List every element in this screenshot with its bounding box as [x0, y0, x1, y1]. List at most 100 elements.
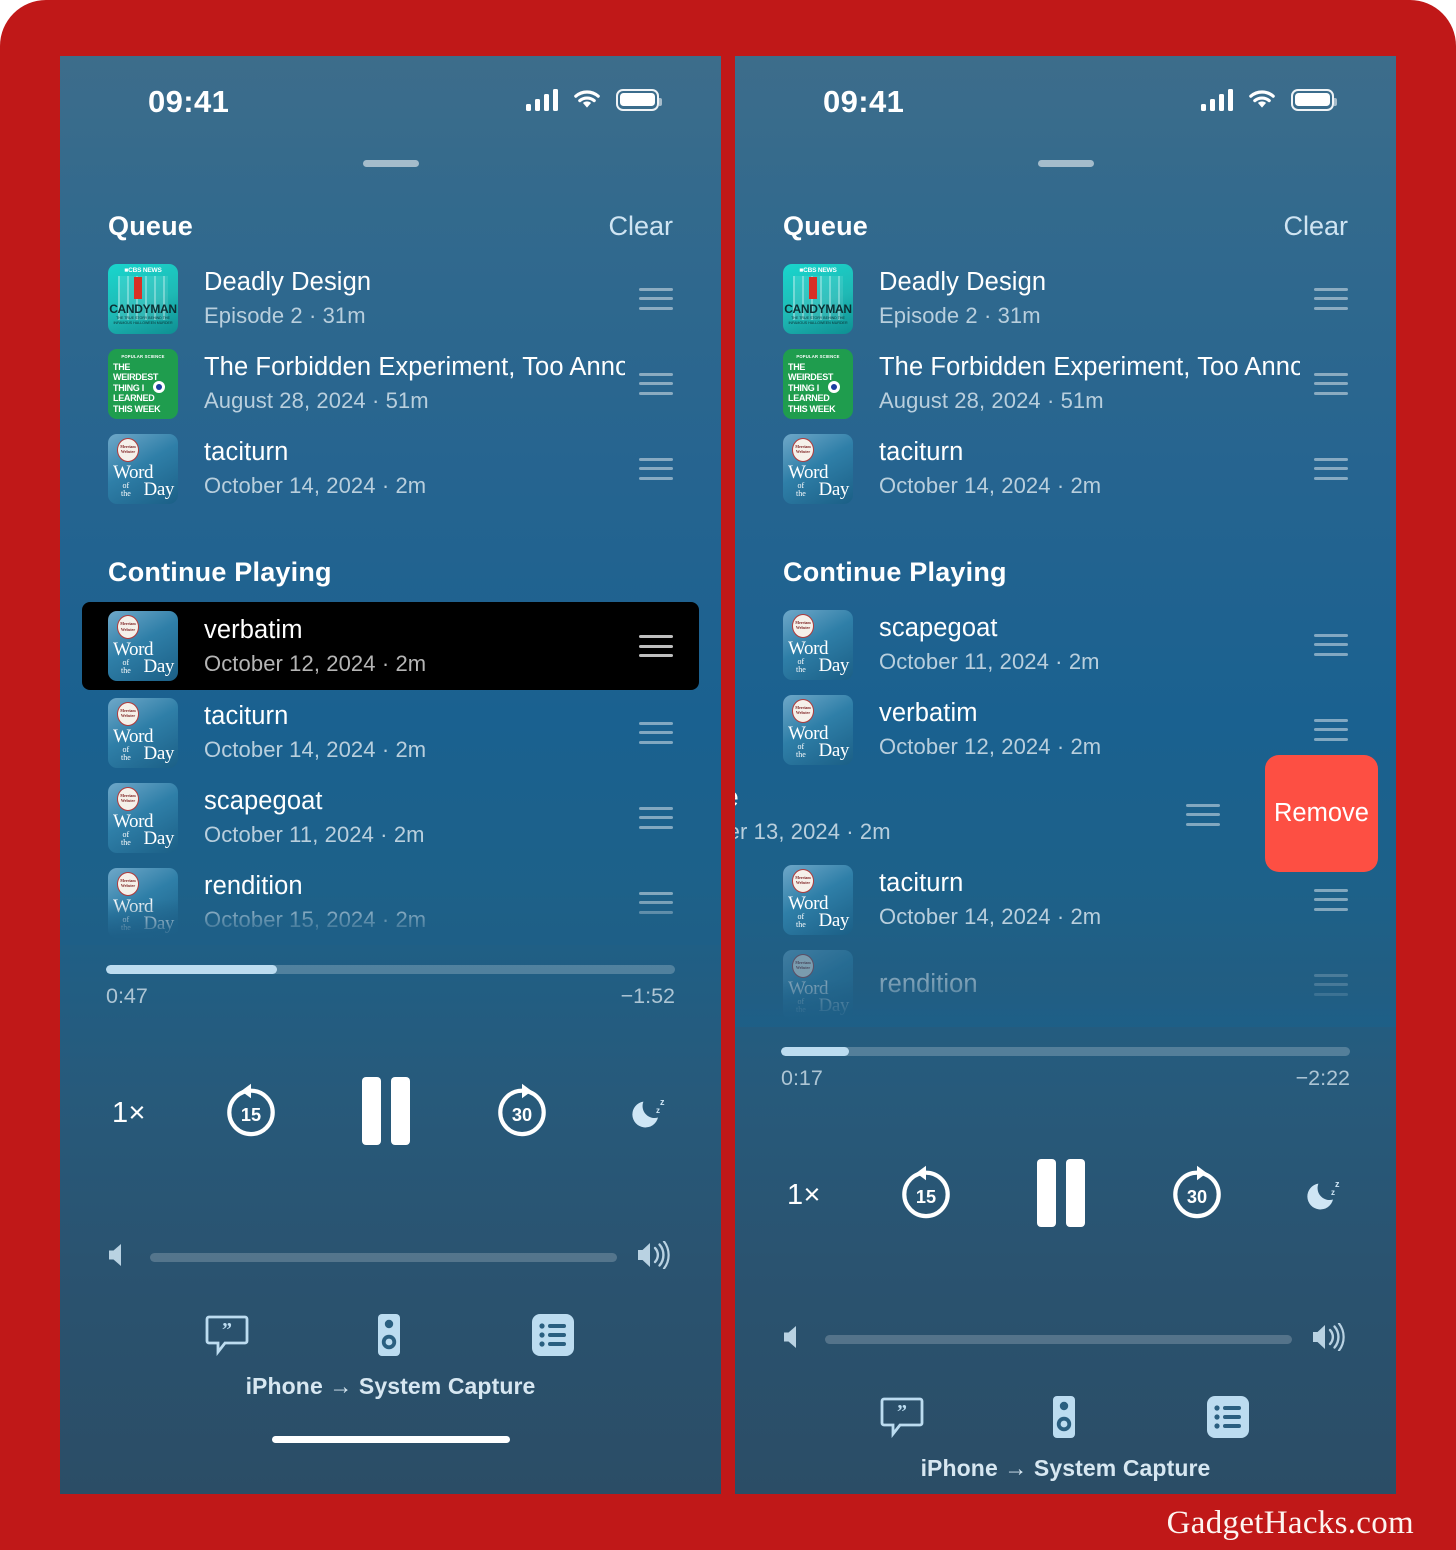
item-title: taciturn — [879, 438, 964, 466]
phone-screen-left: 09:41 Queue Clear ■CBS NEWS CANDYMAN THE TRUE… — [60, 56, 721, 1494]
drag-handle[interactable] — [639, 891, 673, 914]
queue-row[interactable]: ■CBS NEWS CANDYMAN THE TRUE STORY BEHIND T… — [60, 256, 721, 341]
transport-controls: 1× 15 30 z z — [60, 1067, 721, 1159]
skip-back-15-button[interactable]: 15 — [223, 1083, 279, 1144]
item-title: taciturn — [879, 869, 964, 897]
artwork-word-of-the-day: Merriam Webster Word of the Day — [108, 433, 178, 504]
queue-row[interactable]: POPULAR SCIENCE THE WEIRDEST THING I LEARNED… — [60, 341, 721, 426]
item-title: taciturn — [204, 702, 289, 730]
sheet-grabber[interactable] — [362, 160, 419, 167]
sheet-grabber[interactable] — [1037, 160, 1094, 167]
playback-speed-button[interactable]: 1× — [112, 1097, 146, 1130]
continue-playing-header: Continue Playing — [60, 557, 721, 588]
queue-row[interactable]: Merriam Webster Word of the Day taciturn Octobe… — [735, 426, 1396, 511]
artwork-deadly-design: ■CBS NEWS CANDYMAN THE TRUE STORY BEHIND T… — [108, 263, 178, 334]
drag-handle[interactable] — [1314, 372, 1348, 395]
moon-zzz-icon[interactable]: zz — [627, 1092, 669, 1134]
transport-controls: 1× 15 30 z z — [735, 1149, 1396, 1241]
signal-bars-icon — [525, 88, 558, 111]
item-title: rendition — [204, 872, 303, 900]
artwork-word-of-the-day: Merriam Webster Word of the Day — [108, 697, 178, 768]
continue-row[interactable]: Merriam Webster Word of the Day rendition — [735, 942, 1396, 1027]
artwork-word-of-the-day: Merriam Webster Word of the Day — [783, 609, 853, 680]
queue-row[interactable]: Merriam Webster Word of the Day taciturn Octobe… — [60, 426, 721, 511]
skip-back-15-button[interactable]: 15 — [898, 1165, 954, 1226]
continue-row-swiped[interactable]: MerriamWebsterWordoftheDayateober 13, 20… — [735, 755, 1396, 872]
speaker-high-icon — [1312, 1322, 1348, 1356]
drag-handle[interactable] — [1314, 973, 1348, 996]
signal-bars-icon — [1200, 88, 1233, 111]
wifi-icon — [1246, 88, 1278, 111]
artwork-weirdest-thing: POPULAR SCIENCE THE WEIRDEST THING I LEARNED… — [108, 348, 178, 419]
progress-scrubber[interactable] — [781, 1047, 1350, 1056]
svg-text:z: z — [660, 1097, 665, 1107]
artwork-word-of-the-day: Merriam Webster Word of the Day — [783, 864, 853, 935]
wifi-icon — [571, 88, 603, 111]
drag-handle[interactable] — [639, 287, 673, 310]
item-subtitle: October 12, 2024 · 2m — [879, 734, 1102, 759]
continue-row[interactable]: Merriam Webster Word of the Day scapegoat Octob… — [735, 602, 1396, 687]
drag-handle[interactable] — [1186, 803, 1220, 826]
artwork-word-of-the-day: Merriam Webster Word of the Day — [108, 611, 178, 681]
queue-list-icon[interactable] — [530, 1312, 576, 1363]
speaker-low-icon — [783, 1324, 805, 1355]
drag-handle[interactable] — [1314, 633, 1348, 656]
continue-row[interactable]: Merriam Webster Word of the Day rendition Octob… — [60, 860, 721, 945]
remaining-time: −2:22 — [1295, 1066, 1350, 1090]
drag-handle[interactable] — [639, 635, 673, 657]
queue-header: Queue Clear — [735, 211, 1396, 242]
skip-forward-30-button[interactable]: 30 — [1169, 1165, 1225, 1226]
quote-bubble-icon[interactable]: ” — [205, 1314, 249, 1361]
drag-handle[interactable] — [1314, 888, 1348, 911]
remove-button[interactable]: Remove — [1265, 755, 1378, 872]
battery-full-icon — [1291, 88, 1337, 111]
status-time: 09:41 — [148, 84, 230, 119]
clear-queue-button[interactable]: Clear — [1283, 211, 1348, 242]
continue-row[interactable]: Merriam Webster Word of the Day scapegoat Octob… — [60, 775, 721, 860]
continue-row[interactable]: Merriam Webster Word of the Day taciturn Octobe… — [735, 857, 1396, 942]
skip-forward-30-button[interactable]: 30 — [494, 1083, 550, 1144]
drag-handle[interactable] — [639, 721, 673, 744]
bottom-toolbar: ” — [735, 1394, 1396, 1445]
item-subtitle: Episode 2 · 31m — [204, 303, 366, 328]
moon-zzz-icon[interactable]: zz — [1302, 1174, 1344, 1216]
pause-icon[interactable] — [1031, 1157, 1091, 1234]
item-title: verbatim — [879, 699, 978, 727]
artwork-word-of-the-day: Merriam Webster Word of the Day — [783, 694, 853, 765]
volume-slider[interactable] — [825, 1335, 1292, 1344]
airplay-speaker-icon[interactable] — [1045, 1394, 1083, 1445]
artwork-word-of-the-day: Merriam Webster Word of the Day — [783, 433, 853, 504]
queue-row[interactable]: POPULAR SCIENCE THE WEIRDEST THING I LEARNED… — [735, 341, 1396, 426]
continue-row[interactable]: Merriam Webster Word of the Day verbatim Octobe… — [82, 602, 699, 690]
bottom-toolbar: ” — [60, 1312, 721, 1363]
clear-queue-button[interactable]: Clear — [608, 211, 673, 242]
svg-text:z: z — [1335, 1179, 1340, 1189]
drag-handle[interactable] — [639, 372, 673, 395]
elapsed-time: 0:17 — [781, 1066, 823, 1090]
status-bar: 09:41 — [735, 56, 1396, 148]
item-subtitle: October 12, 2024 · 2m — [204, 650, 427, 676]
watermark-gadgethacks: GadgetHacks.com — [1166, 1505, 1414, 1541]
drag-handle[interactable] — [639, 806, 673, 829]
item-title: verbatim — [204, 615, 303, 644]
continue-playing-title: Continue Playing — [783, 557, 1007, 587]
continue-playing-title: Continue Playing — [108, 557, 332, 587]
drag-handle[interactable] — [1314, 287, 1348, 310]
queue-list-icon[interactable] — [1205, 1394, 1251, 1445]
volume-slider[interactable] — [150, 1253, 617, 1262]
playback-speed-button[interactable]: 1× — [787, 1179, 821, 1212]
phone-screen-right: 09:41 Queue Clear ■CBS NEWS CANDYMAN THE TRUE… — [735, 56, 1396, 1494]
continue-row[interactable]: Merriam Webster Word of the Day taciturn Octobe… — [60, 690, 721, 775]
pause-icon[interactable] — [356, 1075, 416, 1152]
continue-playing-list: Merriam Webster Word of the Day scapegoat Octob… — [735, 602, 1396, 1027]
drag-handle[interactable] — [1314, 457, 1348, 480]
drag-handle[interactable] — [639, 457, 673, 480]
quote-bubble-icon[interactable]: ” — [880, 1396, 924, 1443]
drag-handle[interactable] — [1314, 718, 1348, 741]
queue-row[interactable]: ■CBS NEWS CANDYMAN THE TRUE STORY BEHIND T… — [735, 256, 1396, 341]
progress-scrubber[interactable] — [106, 965, 675, 974]
airplay-speaker-icon[interactable] — [370, 1312, 408, 1363]
item-subtitle: October 14, 2024 · 2m — [879, 904, 1102, 929]
artwork-word-of-the-day: Merriam Webster Word of the Day — [783, 949, 853, 1020]
item-subtitle: October 11, 2024 · 2m — [879, 649, 1100, 674]
